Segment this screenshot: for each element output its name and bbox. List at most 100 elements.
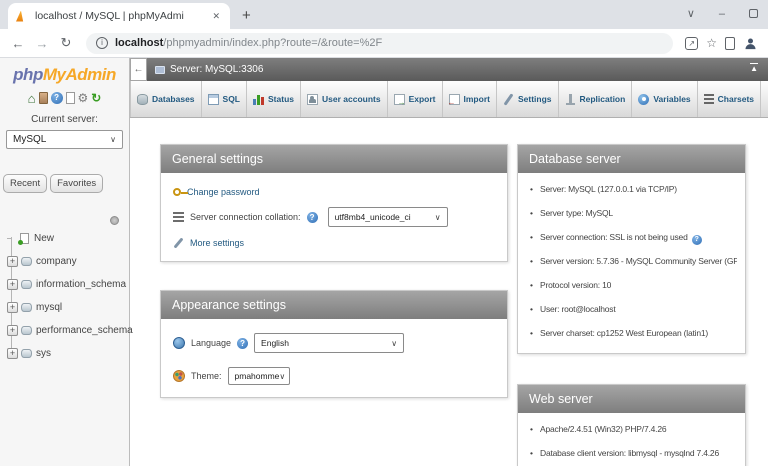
collapse-navigation-button[interactable]: ← bbox=[130, 58, 147, 81]
favorites-button[interactable]: Favorites bbox=[50, 174, 103, 193]
expand-icon[interactable]: + bbox=[7, 302, 18, 313]
server-breadcrumb-bar: ← Server: MySQL:3306 ▲ bbox=[130, 58, 768, 81]
wrench-icon bbox=[503, 94, 514, 105]
tree-item-label[interactable]: sys bbox=[36, 348, 51, 359]
change-password-link[interactable]: Change password bbox=[187, 187, 260, 197]
server-bar-label[interactable]: Server: MySQL:3306 bbox=[170, 64, 263, 75]
collation-select[interactable]: utf8mb4_unicode_ci ∨ bbox=[328, 207, 448, 227]
ssl-help-icon[interactable]: ? bbox=[692, 235, 702, 245]
profile-avatar[interactable] bbox=[743, 36, 758, 51]
tab-settings[interactable]: Settings bbox=[497, 81, 559, 117]
tab-user-accounts[interactable]: User accounts bbox=[301, 81, 388, 117]
tab-status[interactable]: Status bbox=[247, 81, 301, 117]
tab-databases[interactable]: Databases bbox=[130, 81, 202, 117]
reload-icon[interactable]: ↻ bbox=[58, 35, 74, 51]
language-select-value: English bbox=[261, 338, 289, 348]
tree-item-label[interactable]: company bbox=[36, 256, 77, 267]
chevron-down-icon: ∨ bbox=[435, 213, 441, 222]
new-tab-button[interactable]: + bbox=[242, 8, 251, 23]
server-select[interactable]: MySQL ∨ bbox=[6, 130, 123, 149]
site-info-icon[interactable]: i bbox=[96, 37, 108, 49]
key-icon bbox=[173, 188, 181, 196]
help-icon[interactable]: ? bbox=[51, 92, 63, 104]
tree-item-company[interactable]: + company bbox=[7, 250, 129, 273]
browser-toolbar: ← → ↻ i localhost/phpmyadmin/index.php?r… bbox=[0, 29, 768, 58]
collation-help-icon[interactable]: ? bbox=[307, 212, 318, 223]
side-panel-icon[interactable] bbox=[725, 37, 735, 50]
phpmyadmin-logo[interactable]: phpMyAdmin bbox=[0, 65, 129, 85]
panel-title: Database server bbox=[518, 145, 745, 173]
database-icon bbox=[21, 257, 32, 266]
tab-export[interactable]: Export bbox=[388, 81, 443, 117]
charsets-list-icon bbox=[704, 94, 714, 104]
forward-icon[interactable]: → bbox=[34, 36, 50, 51]
home-content: General settings Change password Server … bbox=[130, 118, 768, 466]
more-settings-link[interactable]: More settings bbox=[190, 238, 244, 248]
chevron-down-icon: ∨ bbox=[279, 372, 285, 381]
bookmark-star-icon[interactable]: ☆ bbox=[706, 36, 717, 50]
collapse-menubar-icon[interactable]: ▲ bbox=[750, 63, 758, 72]
language-label: Language bbox=[191, 338, 231, 348]
browser-tab[interactable]: localhost / MySQL | phpMyAdmi ✕ bbox=[8, 3, 230, 29]
theme-row: Theme: pmahomme ∨ bbox=[173, 367, 495, 385]
tab-charsets[interactable]: Charsets bbox=[698, 81, 761, 117]
browser-tab-title: localhost / MySQL | phpMyAdmi bbox=[35, 10, 204, 22]
recent-button[interactable]: Recent bbox=[3, 174, 47, 193]
tab-sql[interactable]: SQL bbox=[202, 81, 247, 117]
documentation-icon[interactable] bbox=[66, 92, 75, 104]
language-globe-icon bbox=[173, 337, 185, 349]
wrench-icon bbox=[173, 237, 184, 249]
tree-item-label[interactable]: information_schema bbox=[36, 279, 126, 290]
collation-select-value: utf8mb4_unicode_ci bbox=[335, 212, 411, 222]
list-item: Protocol version: 10 bbox=[530, 273, 737, 297]
tree-item-performance-schema[interactable]: + performance_schema bbox=[7, 319, 129, 342]
tab-replication[interactable]: Replication bbox=[559, 81, 633, 117]
tree-settings-icon[interactable] bbox=[110, 216, 119, 225]
change-password-row: Change password bbox=[173, 187, 495, 197]
home-icon[interactable]: ⌂ bbox=[28, 92, 36, 105]
expand-icon[interactable]: + bbox=[7, 256, 18, 267]
browser-menu-chevron-icon[interactable]: ∨ bbox=[687, 7, 695, 20]
tree-item-information-schema[interactable]: + information_schema bbox=[7, 273, 129, 296]
logout-icon[interactable] bbox=[39, 92, 48, 104]
restore-window-button[interactable] bbox=[749, 9, 758, 18]
list-item: Apache/2.4.51 (Win32) PHP/7.4.26 bbox=[530, 417, 737, 441]
reload-navigation-icon[interactable]: ↻ bbox=[91, 92, 101, 104]
tree-item-label[interactable]: New bbox=[34, 233, 54, 244]
url-text: localhost/phpmyadmin/index.php?route=/&r… bbox=[115, 37, 382, 49]
tab-variables[interactable]: Variables bbox=[632, 81, 697, 117]
main-panel: ← Server: MySQL:3306 ▲ Databases SQL Sta… bbox=[130, 58, 768, 466]
variables-icon bbox=[638, 94, 649, 105]
expand-icon[interactable]: + bbox=[7, 279, 18, 290]
list-item: Server charset: cp1252 West European (la… bbox=[530, 321, 737, 345]
back-icon[interactable]: ← bbox=[10, 36, 26, 51]
expand-icon[interactable]: + bbox=[7, 325, 18, 336]
chevron-down-icon: ∨ bbox=[391, 339, 397, 348]
share-icon[interactable]: ↗ bbox=[685, 37, 698, 50]
tree-item-sys[interactable]: + sys bbox=[7, 342, 129, 365]
tree-item-label[interactable]: mysql bbox=[36, 302, 62, 313]
settings-gear-icon[interactable]: ⚙ bbox=[78, 92, 89, 104]
server-select-value: MySQL bbox=[13, 134, 46, 145]
sidebar-quick-icons: ⌂ ? ⚙ ↻ bbox=[0, 91, 129, 105]
expand-icon[interactable]: + bbox=[7, 348, 18, 359]
database-icon bbox=[21, 303, 32, 312]
theme-select[interactable]: pmahomme ∨ bbox=[228, 367, 290, 385]
theme-palette-icon bbox=[173, 370, 185, 382]
navigation-sidebar: phpMyAdmin ⌂ ? ⚙ ↻ Current server: MySQL… bbox=[0, 58, 130, 466]
panel-title: Web server bbox=[518, 385, 745, 413]
tab-close-icon[interactable]: ✕ bbox=[210, 9, 222, 24]
tree-item-label[interactable]: performance_schema bbox=[36, 325, 133, 336]
web-server-list: Apache/2.4.51 (Win32) PHP/7.4.26 Databas… bbox=[518, 413, 745, 466]
list-item: User: root@localhost bbox=[530, 297, 737, 321]
tab-more[interactable]: ▼More bbox=[761, 81, 768, 117]
panel-title: General settings bbox=[161, 145, 507, 173]
address-bar[interactable]: i localhost/phpmyadmin/index.php?route=/… bbox=[86, 33, 673, 54]
tree-item-new[interactable]: New bbox=[7, 227, 129, 250]
language-select[interactable]: English ∨ bbox=[254, 333, 404, 353]
minimize-button[interactable]: – bbox=[719, 8, 725, 20]
language-help-icon[interactable]: ? bbox=[237, 338, 248, 349]
web-server-panel: Web server Apache/2.4.51 (Win32) PHP/7.4… bbox=[517, 384, 746, 466]
tree-item-mysql[interactable]: + mysql bbox=[7, 296, 129, 319]
tab-import[interactable]: Import bbox=[443, 81, 497, 117]
